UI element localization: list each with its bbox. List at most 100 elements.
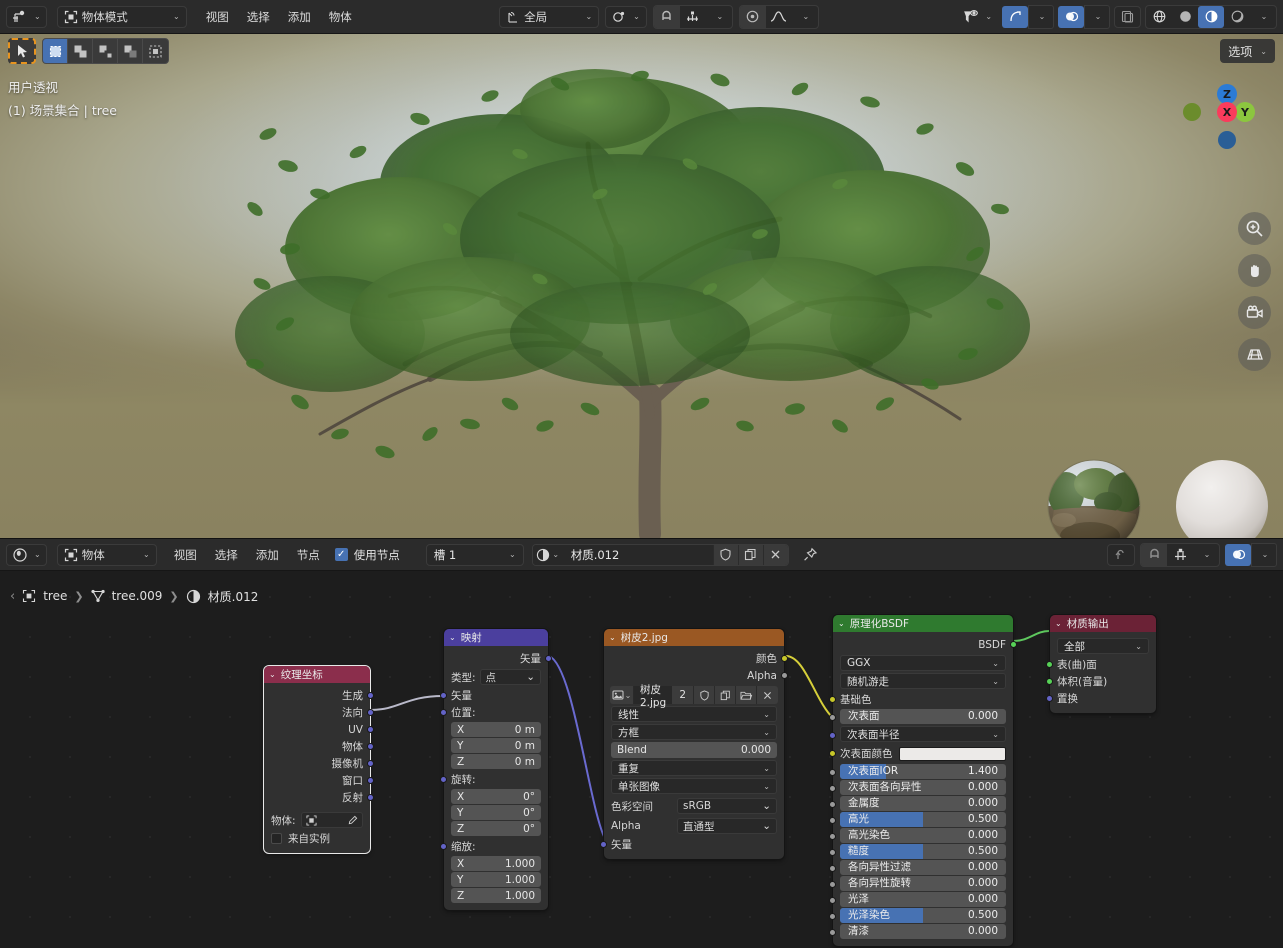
projection-dropdown[interactable]: 方框 ⌄ (611, 724, 777, 740)
roughness-slider[interactable]: 糙度 0.500 (840, 844, 1006, 859)
tweak-select-tool[interactable] (8, 38, 36, 64)
node-mapping[interactable]: ⌄ 映射 矢量 类型: 点 ⌄ 矢量 位置: X 0 m Y 0 m Z 0 m… (440, 629, 552, 910)
image-open-button[interactable] (736, 686, 758, 704)
node-menu-select[interactable]: 选择 (206, 544, 247, 566)
output-socket-object[interactable]: 物体 (264, 738, 374, 755)
shading-wireframe-icon[interactable] (1146, 6, 1172, 28)
snap-increment-icon[interactable] (680, 6, 706, 28)
gizmo-chevron-down-icon[interactable]: ⌄ (1028, 4, 1055, 29)
shading-solid-icon[interactable] (1172, 6, 1198, 28)
snap-node-element-icon[interactable] (1167, 544, 1193, 566)
node-overlay-chevron-down-icon[interactable]: ⌄ (1251, 542, 1277, 567)
image-unlink-button[interactable] (757, 686, 778, 704)
property-roughness[interactable]: 糙度 0.500 (829, 844, 1013, 859)
select-mode-subtract[interactable] (93, 39, 118, 63)
property-sheen[interactable]: 光泽 0.000 (829, 892, 1013, 907)
specular-slider[interactable]: 高光 0.500 (840, 812, 1006, 827)
source-dropdown[interactable]: 单张图像 ⌄ (611, 778, 777, 794)
material-slot-selector[interactable]: 槽 1 ⌄ (425, 543, 524, 566)
socket-anisotropic-rotation[interactable] (829, 881, 836, 888)
collapse-chevron-icon[interactable]: ⌄ (449, 633, 456, 642)
socket-window[interactable] (367, 777, 374, 784)
node-menu-node[interactable]: 节点 (288, 544, 329, 566)
new-material-button[interactable] (737, 544, 763, 565)
pivot-point-selector[interactable]: ⌄ (605, 5, 647, 28)
scale-z-field[interactable]: Z 1.000 (451, 888, 541, 903)
subsurface-anisotropy-slider[interactable]: 次表面各向异性 0.000 (840, 780, 1006, 795)
node-snap-chevron-down-icon[interactable]: ⌄ (1193, 544, 1219, 566)
socket-specular[interactable] (829, 817, 836, 824)
socket-sheen-tint[interactable] (829, 913, 836, 920)
select-mode-invert[interactable] (118, 39, 143, 63)
socket-anisotropic[interactable] (829, 865, 836, 872)
socket-subsurface-anisotropy[interactable] (829, 785, 836, 792)
breadcrumb-back-dot[interactable]: ‹ (10, 589, 15, 604)
node-image-texture[interactable]: ⌄ 树皮2.jpg 颜色 Alpha ⌄ 树皮2.jpg 2 线性 ⌄ 方框 ⌄… (600, 629, 788, 859)
socket-vector-out[interactable] (545, 655, 552, 662)
socket-subsurface[interactable] (829, 714, 836, 721)
visibility-selectability-selector[interactable]: ⌄ (957, 6, 998, 28)
socket-object[interactable] (367, 743, 374, 750)
input-socket-vector[interactable]: 矢量 (600, 836, 784, 853)
rotation-z-field[interactable]: Z 0° (451, 821, 541, 836)
property-metallic[interactable]: 金属度 0.000 (829, 796, 1013, 811)
node-mapping-header[interactable]: ⌄ 映射 (444, 629, 548, 646)
node-material-output[interactable]: ⌄ 材质输出 全部 ⌄ 表(曲)面 体积(音量) 置换 (1046, 615, 1156, 713)
output-socket-reflection[interactable]: 反射 (264, 789, 374, 806)
subsurface-method-dropdown[interactable]: 随机游走 ⌄ (840, 673, 1006, 689)
menu-object[interactable]: 物体 (320, 6, 361, 28)
falloff-chevron-down-icon[interactable]: ⌄ (792, 6, 818, 28)
proportional-edit-toggle[interactable] (739, 5, 766, 28)
overlays-toggle[interactable] (1058, 5, 1085, 28)
socket-generated[interactable] (367, 692, 374, 699)
output-socket-normal[interactable]: 法向 (264, 704, 374, 721)
node-material-output-header[interactable]: ⌄ 材质输出 (1050, 615, 1156, 632)
image-name-value[interactable]: 树皮2.jpg (633, 684, 673, 709)
distribution-dropdown[interactable]: GGX ⌄ (840, 655, 1006, 671)
property-anisotropic[interactable]: 各向异性过滤 0.000 (829, 860, 1013, 875)
property-specular-tint[interactable]: 高光染色 0.000 (829, 828, 1013, 843)
socket-displacement[interactable] (1046, 695, 1053, 702)
breadcrumb-item-object[interactable]: tree (43, 589, 67, 603)
property-subsurface[interactable]: 次表面 0.000 (829, 709, 1013, 724)
use-nodes-toggle[interactable]: ✓ 使用节点 (334, 547, 400, 563)
output-socket-vector[interactable]: 矢量 (444, 650, 552, 667)
socket-clearcoat[interactable] (829, 929, 836, 936)
property-subsurface-ior[interactable]: 次表面IOR 1.400 (829, 764, 1013, 779)
subsurface-radius-dropdown[interactable]: 次表面半径 ⌄ (840, 726, 1006, 742)
output-socket-bsdf[interactable]: BSDF (833, 636, 1017, 653)
socket-reflection[interactable] (367, 794, 374, 801)
blend-field[interactable]: Blend 0.000 (611, 742, 777, 758)
collapse-chevron-icon[interactable]: ⌄ (609, 633, 616, 642)
anisotropic-rotation-slider[interactable]: 各向异性旋转 0.000 (840, 876, 1006, 891)
property-clearcoat[interactable]: 清漆 0.000 (829, 924, 1013, 939)
scale-x-field[interactable]: X 1.000 (451, 856, 541, 871)
property-base-color[interactable]: 基础色 (829, 691, 1013, 708)
sheen-tint-slider[interactable]: 光泽染色 0.500 (840, 908, 1006, 923)
editor-type-selector[interactable]: ⌄ (6, 5, 47, 28)
output-socket-uv[interactable]: UV (264, 721, 374, 738)
shading-chevron-down-icon[interactable]: ⌄ (1250, 6, 1276, 28)
input-socket-volume[interactable]: 体积(音量) (1046, 673, 1156, 690)
node-texture-coordinate[interactable]: ⌄ 纹理坐标 生成 法向 UV 物体 摄像机 窗口 反射 物体: 来自实例 (264, 666, 374, 853)
menu-select[interactable]: 选择 (238, 6, 279, 28)
fake-user-shield-button[interactable] (712, 544, 738, 565)
property-subsurface-color[interactable]: 次表面颜色 (829, 744, 1013, 763)
property-subsurface-anisotropy[interactable]: 次表面各向异性 0.000 (829, 780, 1013, 795)
socket-rotation[interactable] (440, 776, 447, 783)
anisotropic-slider[interactable]: 各向异性过滤 0.000 (840, 860, 1006, 875)
specular-tint-slider[interactable]: 高光染色 0.000 (840, 828, 1006, 843)
socket-subsurface-color[interactable] (829, 750, 836, 757)
socket-normal[interactable] (367, 709, 374, 716)
breadcrumb-item-material[interactable]: 材质.012 (208, 588, 259, 605)
clearcoat-slider[interactable]: 清漆 0.000 (840, 924, 1006, 939)
xray-toggle[interactable] (1114, 5, 1142, 28)
image-datablock-icon[interactable]: ⌄ (610, 686, 634, 704)
socket-scale[interactable] (440, 843, 447, 850)
socket-alpha[interactable] (781, 672, 788, 679)
from-instancer-checkbox[interactable] (271, 833, 282, 844)
node-image-texture-header[interactable]: ⌄ 树皮2.jpg (604, 629, 784, 646)
subsurface-slider[interactable]: 次表面 0.000 (840, 709, 1006, 724)
gizmo-toggle[interactable] (1002, 5, 1029, 28)
material-name-input[interactable] (562, 547, 713, 562)
